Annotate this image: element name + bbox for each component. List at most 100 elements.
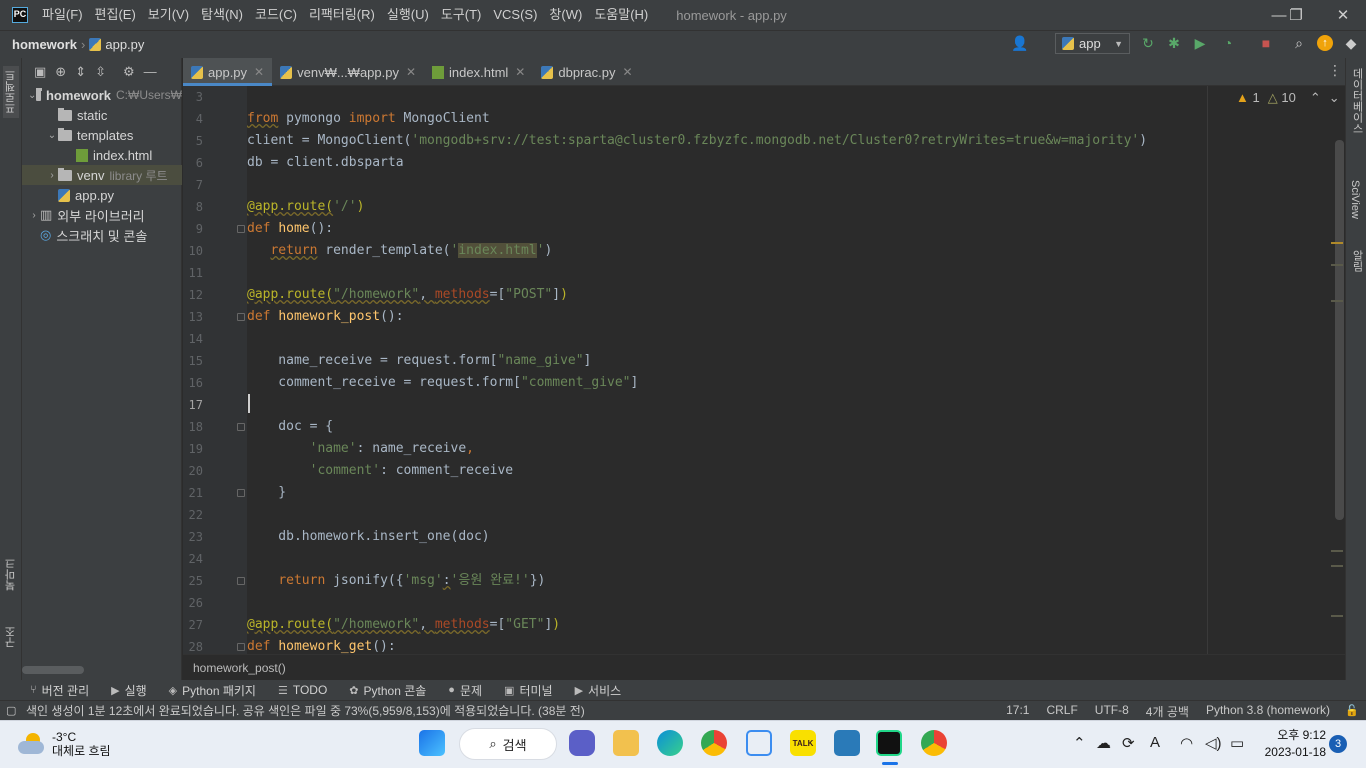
chevron-down-icon[interactable]: ⌄ (46, 130, 58, 141)
file-explorer-icon[interactable] (613, 730, 639, 756)
fold-marker-icon[interactable] (237, 489, 245, 497)
update-icon[interactable]: ↑ (1317, 35, 1333, 51)
tree-item[interactable]: › venv library 루트 (22, 165, 182, 185)
chrome-browser-icon[interactable] (701, 730, 727, 756)
error-stripe-mark[interactable] (1331, 615, 1343, 617)
tool-window-button[interactable]: ◈ Python 패키지 (169, 682, 256, 699)
pycharm-taskbar-icon[interactable] (876, 730, 902, 756)
battery-icon[interactable]: ▭ (1230, 734, 1244, 752)
menu-item[interactable]: 탐색(N) (195, 0, 249, 30)
collapse-all-icon[interactable]: ⇳ (95, 64, 106, 80)
method-breadcrumb[interactable]: homework_post() (193, 661, 286, 675)
volume-icon[interactable]: ◁) (1205, 734, 1222, 752)
code-line[interactable]: return render_template('index.html') (247, 240, 552, 262)
stop-icon[interactable]: ■ (1258, 35, 1274, 51)
project-scrollbar[interactable] (22, 666, 84, 674)
code-editor[interactable]: from pymongo import MongoClient client = … (247, 86, 1207, 654)
tree-item[interactable]: static (22, 105, 182, 125)
ime-indicator[interactable]: A (1150, 734, 1160, 751)
error-stripe-mark[interactable] (1331, 242, 1343, 244)
chevron-up-icon[interactable]: ⌃ (1073, 734, 1086, 752)
kakaotalk-icon[interactable]: TALK (790, 730, 816, 756)
editor-tab[interactable]: index.html ✕ (424, 58, 533, 86)
chevron-right-icon[interactable]: › (46, 170, 58, 181)
notification-badge[interactable]: 3 (1329, 735, 1347, 753)
chevron-down-icon[interactable]: ⌄ (28, 90, 36, 101)
jetbrains-icon[interactable]: ◆ (1343, 35, 1359, 51)
code-line[interactable]: 'comment': comment_receive (247, 460, 514, 482)
system-clock[interactable]: 오후 9:12 2023-01-18 (1258, 727, 1326, 761)
bookmarks-tool-button[interactable]: 북마크 (3, 558, 19, 591)
code-line[interactable]: @app.route("/homework", methods=["POST"]… (247, 284, 568, 306)
code-line[interactable]: return jsonify({'msg':'응원 완료!'}) (247, 570, 545, 592)
structure-tool-button[interactable]: 구조 (3, 626, 19, 648)
breadcrumb-project[interactable]: homework (12, 37, 77, 52)
code-line[interactable]: def homework_post(): (247, 306, 404, 328)
code-line[interactable]: @app.route("/homework", methods=["GET"]) (247, 614, 560, 636)
hide-icon[interactable]: — (144, 64, 157, 79)
error-stripe-mark[interactable] (1331, 565, 1343, 567)
close-tab-icon[interactable]: ✕ (515, 65, 525, 79)
tool-window-button[interactable]: ● 문제 (448, 682, 482, 699)
tool-window-button[interactable]: ▶ 서비스 (575, 682, 622, 699)
project-tool-button[interactable]: 프로젝트 (3, 66, 19, 118)
taskbar-search[interactable]: ⌕ 검색 (459, 728, 557, 760)
python-interpreter[interactable]: Python 3.8 (homework) (1206, 703, 1330, 720)
editor-tab[interactable]: venv₩...₩app.py ✕ (272, 58, 424, 86)
cloud-offline-icon[interactable]: ☁ (1096, 734, 1111, 752)
error-stripe-mark[interactable] (1331, 300, 1343, 302)
tool-window-button[interactable]: ▶ 실행 (111, 682, 147, 699)
code-line[interactable]: client = MongoClient('mongodb+srv://test… (247, 130, 1147, 152)
notepad-icon[interactable] (834, 730, 860, 756)
panel-toggle-icon[interactable]: ▢ (6, 704, 16, 717)
select-in-project-icon[interactable]: ▣ (34, 64, 46, 80)
fold-marker-icon[interactable] (237, 423, 245, 431)
tool-window-button[interactable]: ☰ TODO (278, 683, 327, 697)
tree-item[interactable]: › ▥ 외부 라이브러리 (22, 205, 182, 225)
database-tool-button[interactable]: 데이터베이스 (1349, 68, 1365, 134)
sync-icon[interactable]: ⟳ (1122, 734, 1135, 752)
user-icon[interactable]: 👤 (1011, 35, 1028, 51)
status-message[interactable]: 색인 생성이 1분 12초에서 완료되었습니다. 공유 색인은 파일 중 73%… (26, 702, 585, 719)
chevron-down-icon[interactable]: ⌄ (1329, 90, 1340, 106)
tree-item[interactable]: ◎ 스크래치 및 콘솔 (22, 225, 182, 245)
editor-tab[interactable]: app.py ✕ (183, 58, 273, 86)
tool-window-button[interactable]: ⑂ 버전 관리 (30, 682, 89, 699)
code-line[interactable]: db = client.dbsparta (247, 152, 404, 174)
tree-item[interactable]: app.py (22, 185, 182, 205)
file-encoding[interactable]: UTF-8 (1095, 703, 1129, 720)
line-separator[interactable]: CRLF (1046, 703, 1077, 720)
menu-item[interactable]: 리팩터링(R) (303, 0, 381, 30)
run-config-select[interactable]: app ▼ (1055, 33, 1130, 54)
edge-browser-icon[interactable] (657, 730, 683, 756)
more-vertical-icon[interactable]: ⋮ (1328, 62, 1342, 79)
code-line[interactable]: } (247, 482, 286, 504)
tool-window-button[interactable]: ▣ 터미널 (504, 682, 553, 699)
close-tab-icon[interactable]: ✕ (622, 65, 632, 79)
menu-item[interactable]: 도구(T) (435, 0, 488, 30)
chevron-up-icon[interactable]: ⌃ (1310, 90, 1321, 106)
tree-item[interactable]: ⌄ homework C:₩Users₩ (22, 85, 182, 105)
code-line[interactable]: name_receive = request.form["name_give"] (247, 350, 591, 372)
error-stripe-mark[interactable] (1331, 264, 1343, 266)
search-icon[interactable]: ⌕ (1291, 35, 1307, 51)
teams-chat-icon[interactable] (569, 730, 595, 756)
coverage-icon[interactable]: ▶ (1192, 35, 1208, 51)
chrome-browser-icon[interactable] (921, 730, 947, 756)
code-line[interactable]: comment_receive = request.form["comment_… (247, 372, 638, 394)
fold-marker-icon[interactable] (237, 577, 245, 585)
menu-item[interactable]: 보기(V) (142, 0, 195, 30)
chevron-right-icon[interactable]: › (28, 210, 40, 221)
code-line[interactable]: db.homework.insert_one(doc) (247, 526, 489, 548)
fold-marker-icon[interactable] (237, 643, 245, 651)
code-line[interactable]: @app.route('/') (247, 196, 364, 218)
indent-setting[interactable]: 4개 공백 (1146, 703, 1189, 720)
breadcrumb-file[interactable]: app.py (105, 37, 144, 52)
maximize-button[interactable]: ❐ (1273, 0, 1319, 30)
editor-scrollbar[interactable] (1335, 140, 1344, 520)
menu-item[interactable]: 파일(F) (36, 0, 89, 30)
lock-icon[interactable]: 🔓 (1345, 704, 1359, 717)
notifications-tool-button[interactable]: 알림 (1349, 250, 1365, 272)
error-stripe-mark[interactable] (1331, 550, 1343, 552)
locate-icon[interactable]: ⊕ (55, 64, 66, 80)
